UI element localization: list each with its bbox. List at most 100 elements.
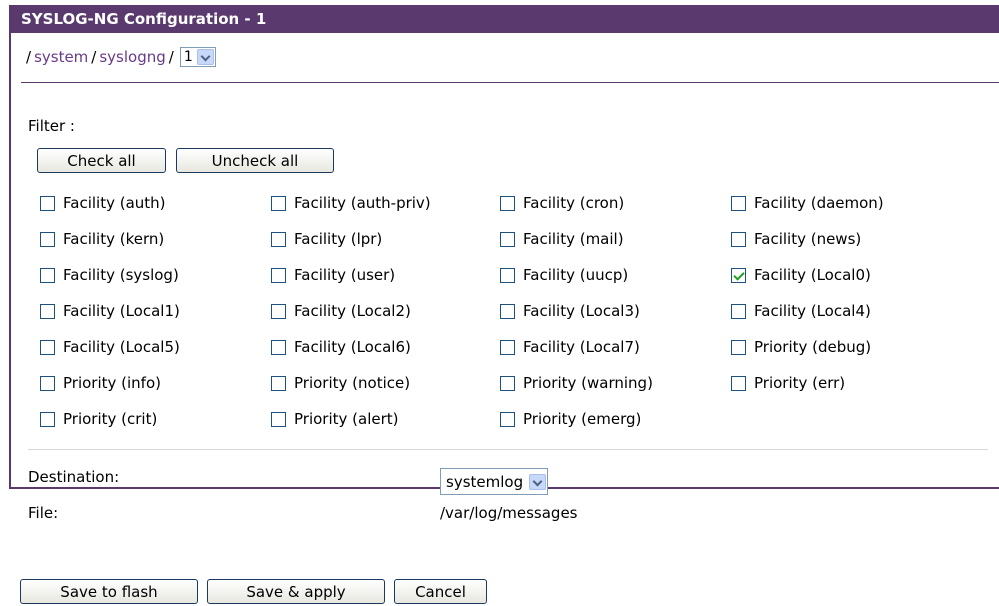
breadcrumb-link-system[interactable]: system — [34, 48, 88, 66]
filter-option[interactable]: Facility (Local2) — [271, 300, 411, 322]
filter-checkbox[interactable] — [731, 339, 746, 355]
filter-option-label: Facility (lpr) — [294, 230, 383, 248]
filter-option[interactable]: Facility (syslog) — [40, 264, 179, 286]
save-apply-button[interactable]: Save & apply — [207, 579, 385, 604]
filter-option-label: Facility (auth) — [63, 194, 166, 212]
filter-checkbox[interactable] — [271, 303, 286, 319]
cancel-button[interactable]: Cancel — [394, 579, 487, 604]
filter-checkbox[interactable] — [731, 195, 746, 211]
title-divider — [21, 82, 999, 83]
filter-checkbox[interactable] — [271, 411, 286, 427]
filter-checkbox[interactable] — [500, 267, 515, 283]
filter-option-label: Priority (notice) — [294, 374, 411, 392]
filter-checkbox[interactable] — [271, 339, 286, 355]
filter-option-label: Facility (Local3) — [523, 302, 640, 320]
filter-option-label: Facility (auth-priv) — [294, 194, 431, 212]
filter-checkbox[interactable] — [40, 231, 55, 247]
filter-option[interactable]: Facility (daemon) — [731, 192, 884, 214]
filter-option[interactable]: Facility (auth-priv) — [271, 192, 431, 214]
check-all-button[interactable]: Check all — [37, 148, 166, 173]
filter-option-label: Facility (Local7) — [523, 338, 640, 356]
filter-option-label: Priority (warning) — [523, 374, 653, 392]
filter-option[interactable]: Facility (user) — [271, 264, 395, 286]
filter-checkbox[interactable] — [731, 375, 746, 391]
filter-option[interactable]: Facility (Local5) — [40, 336, 180, 358]
filter-checkbox[interactable] — [731, 267, 746, 283]
filter-option[interactable]: Priority (emerg) — [500, 408, 641, 430]
filter-option[interactable]: Priority (crit) — [40, 408, 157, 430]
filter-option-label: Facility (user) — [294, 266, 396, 284]
breadcrumb-link-syslogng[interactable]: syslogng — [99, 48, 165, 66]
filter-option[interactable]: Facility (lpr) — [271, 228, 382, 250]
file-path-value: /var/log/messages — [440, 504, 578, 522]
filter-option-label: Facility (news) — [754, 230, 862, 248]
filter-option-label: Priority (err) — [754, 374, 846, 392]
filter-checkbox[interactable] — [500, 411, 515, 427]
filter-option-label: Priority (emerg) — [523, 410, 642, 428]
filter-option-label: Priority (debug) — [754, 338, 872, 356]
filter-checkbox[interactable] — [271, 231, 286, 247]
filter-option[interactable]: Priority (err) — [731, 372, 845, 394]
filter-option-label: Facility (syslog) — [63, 266, 179, 284]
chevron-down-icon[interactable] — [529, 473, 547, 490]
filter-checkbox[interactable] — [271, 267, 286, 283]
breadcrumb: / system / syslogng / 1 — [23, 46, 216, 68]
filter-checkbox[interactable] — [271, 375, 286, 391]
filter-option-label: Facility (uucp) — [523, 266, 629, 284]
filter-checkbox[interactable] — [40, 339, 55, 355]
instance-select-value: 1 — [183, 49, 193, 65]
filter-checkbox[interactable] — [40, 375, 55, 391]
filter-label: Filter : — [28, 117, 75, 135]
filter-divider — [28, 449, 988, 450]
filter-option[interactable]: Facility (news) — [731, 228, 861, 250]
filter-option[interactable]: Facility (cron) — [500, 192, 624, 214]
filter-option-label: Facility (Local1) — [63, 302, 180, 320]
filter-option[interactable]: Facility (Local3) — [500, 300, 640, 322]
filter-option[interactable]: Facility (Local6) — [271, 336, 411, 358]
filter-option[interactable]: Priority (debug) — [731, 336, 871, 358]
page-title: SYSLOG-NG Configuration - 1 — [11, 5, 999, 33]
breadcrumb-separator: / — [91, 48, 97, 66]
filter-option[interactable]: Facility (mail) — [500, 228, 624, 250]
filter-option[interactable]: Facility (uucp) — [500, 264, 628, 286]
filter-option[interactable]: Facility (Local1) — [40, 300, 180, 322]
breadcrumb-separator: / — [168, 48, 174, 66]
filter-option-label: Facility (Local6) — [294, 338, 411, 356]
filter-option-label: Facility (Local0) — [754, 266, 871, 284]
instance-select[interactable]: 1 — [179, 47, 216, 67]
filter-option-label: Facility (Local4) — [754, 302, 871, 320]
filter-option-label: Priority (crit) — [63, 410, 158, 428]
filter-checkbox[interactable] — [40, 411, 55, 427]
filter-checkbox[interactable] — [500, 339, 515, 355]
filter-checkbox[interactable] — [40, 195, 55, 211]
filter-checkbox[interactable] — [731, 303, 746, 319]
filter-checkbox[interactable] — [40, 267, 55, 283]
filter-option-label: Facility (cron) — [523, 194, 625, 212]
chevron-down-icon[interactable] — [196, 49, 214, 65]
filter-option[interactable]: Priority (warning) — [500, 372, 653, 394]
filter-option[interactable]: Facility (Local4) — [731, 300, 871, 322]
filter-checkbox[interactable] — [271, 195, 286, 211]
filter-option-label: Facility (mail) — [523, 230, 624, 248]
filter-option-label: Facility (kern) — [63, 230, 165, 248]
filter-checkbox[interactable] — [731, 231, 746, 247]
destination-select[interactable]: systemlog — [440, 468, 549, 495]
filter-option[interactable]: Facility (kern) — [40, 228, 164, 250]
filter-checkbox[interactable] — [500, 231, 515, 247]
filter-option-label: Facility (daemon) — [754, 194, 884, 212]
save-to-flash-button[interactable]: Save to flash — [20, 579, 198, 604]
filter-checkbox[interactable] — [500, 303, 515, 319]
filter-checkbox[interactable] — [500, 195, 515, 211]
filter-option-label: Priority (info) — [63, 374, 161, 392]
filter-option[interactable]: Facility (Local0) — [731, 264, 871, 286]
filter-checkbox[interactable] — [500, 375, 515, 391]
filter-option[interactable]: Facility (auth) — [40, 192, 166, 214]
filter-option[interactable]: Facility (Local7) — [500, 336, 640, 358]
filter-option[interactable]: Priority (notice) — [271, 372, 410, 394]
filter-option[interactable]: Priority (alert) — [271, 408, 399, 430]
filter-option[interactable]: Priority (info) — [40, 372, 161, 394]
file-label: File: — [28, 504, 59, 522]
filter-checkbox[interactable] — [40, 303, 55, 319]
uncheck-all-button[interactable]: Uncheck all — [176, 148, 334, 173]
breadcrumb-separator: / — [26, 48, 32, 66]
